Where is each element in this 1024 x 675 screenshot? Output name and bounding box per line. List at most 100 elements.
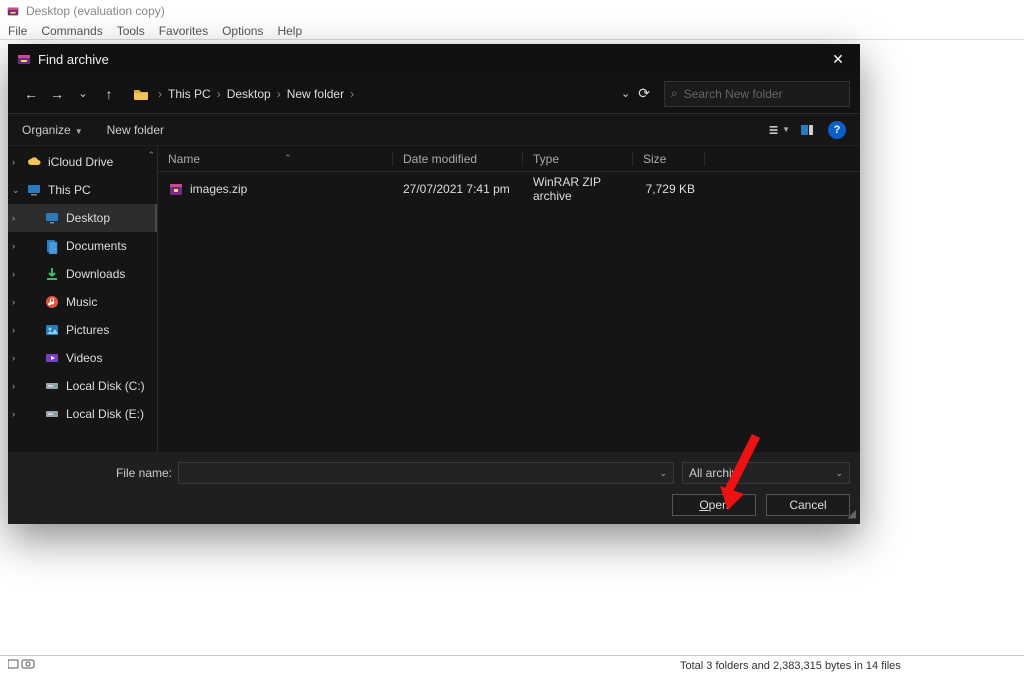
icloud-icon — [26, 154, 42, 170]
menu-file[interactable]: File — [8, 24, 27, 38]
sidebar-item-pictures[interactable]: › Pictures — [8, 316, 157, 344]
sidebar-item-downloads[interactable]: › Downloads — [8, 260, 157, 288]
forward-button[interactable]: → — [44, 81, 70, 107]
breadcrumb[interactable]: › This PC › Desktop › New folder › — [132, 85, 613, 103]
videos-icon — [44, 350, 60, 366]
recent-locations-button[interactable]: ⌄ — [70, 81, 96, 107]
file-type: WinRAR ZIP archive — [523, 175, 633, 203]
col-name-label: Name — [168, 152, 200, 166]
sort-indicator-icon: ⌃ — [284, 153, 292, 164]
close-button[interactable]: ✕ — [824, 51, 852, 68]
sidebar-item-label: Local Disk (C:) — [66, 379, 145, 393]
cancel-button[interactable]: Cancel — [766, 494, 850, 516]
sidebar-item-label: Downloads — [66, 267, 125, 281]
chevron-right-icon[interactable]: › — [348, 87, 356, 101]
expand-icon[interactable]: › — [12, 157, 15, 167]
sidebar-item-label: iCloud Drive — [48, 155, 113, 169]
col-size[interactable]: Size — [633, 152, 705, 166]
sidebar-item-this-pc[interactable]: ⌄ This PC — [8, 176, 157, 204]
sidebar: ⌃ ›iCloud Drive⌄This PC›Desktop›Document… — [8, 146, 158, 452]
expand-icon[interactable]: › — [12, 297, 15, 307]
expand-icon[interactable]: › — [12, 241, 15, 251]
column-headers[interactable]: Name ⌃ Date modified Type Size — [158, 146, 860, 172]
col-name[interactable]: Name ⌃ — [158, 152, 393, 166]
resize-grip-icon[interactable]: ◢ — [848, 507, 856, 520]
breadcrumb-desktop[interactable]: Desktop — [223, 85, 275, 103]
menu-options[interactable]: Options — [222, 24, 263, 38]
status-bar: Total 3 folders and 2,383,315 bytes in 1… — [0, 655, 1024, 675]
filename-input[interactable]: ⌄ — [178, 462, 674, 484]
disk-icon — [44, 406, 60, 422]
expand-icon[interactable]: › — [12, 213, 15, 223]
chevron-right-icon[interactable]: › — [156, 87, 164, 101]
address-history-button[interactable]: ⌄ — [621, 87, 630, 100]
open-label-rest: pen — [709, 498, 729, 512]
winrar-menubar[interactable]: File Commands Tools Favorites Options He… — [0, 22, 1024, 40]
view-details-button[interactable]: ▼ — [768, 119, 790, 141]
breadcrumb-new-folder[interactable]: New folder — [283, 85, 348, 103]
dialog-titlebar[interactable]: Find archive ✕ — [8, 44, 860, 74]
zip-file-icon — [168, 181, 184, 197]
chevron-right-icon[interactable]: › — [215, 87, 223, 101]
organize-button[interactable]: Organize▼ — [22, 123, 83, 137]
search-box[interactable]: ⌕ — [664, 81, 850, 107]
back-button[interactable]: ← — [18, 81, 44, 107]
col-date[interactable]: Date modified — [393, 152, 523, 166]
nav-bar: ← → ⌄ ↑ › This PC › Desktop › New folder… — [8, 74, 860, 114]
preview-pane-button[interactable] — [796, 119, 818, 141]
new-folder-button[interactable]: New folder — [107, 123, 164, 137]
file-row[interactable]: images.zip27/07/2021 7:41 pmWinRAR ZIP a… — [158, 177, 860, 201]
disk-icon — [44, 378, 60, 394]
search-input[interactable] — [684, 87, 843, 101]
documents-icon — [44, 238, 60, 254]
filter-label: All archiv — [689, 466, 738, 480]
sidebar-item-local-disk-c-[interactable]: › Local Disk (C:) — [8, 372, 157, 400]
expand-icon[interactable]: › — [12, 409, 15, 419]
chevron-right-icon[interactable]: › — [275, 87, 283, 101]
sidebar-item-label: This PC — [48, 183, 91, 197]
pictures-icon — [44, 322, 60, 338]
menu-commands[interactable]: Commands — [41, 24, 102, 38]
sidebar-item-label: Pictures — [66, 323, 109, 337]
up-button[interactable]: ↑ — [96, 81, 122, 107]
help-button[interactable]: ? — [828, 121, 846, 139]
breadcrumb-this-pc[interactable]: This PC — [164, 85, 215, 103]
refresh-button[interactable]: ⟳ — [638, 85, 650, 102]
col-type[interactable]: Type — [523, 152, 633, 166]
chevron-down-icon: ▼ — [782, 125, 790, 134]
menu-favorites[interactable]: Favorites — [159, 24, 208, 38]
chevron-down-icon: ⌄ — [835, 468, 843, 479]
expand-icon[interactable]: › — [12, 381, 15, 391]
winrar-icon — [16, 51, 32, 67]
sidebar-item-icloud-drive[interactable]: › iCloud Drive — [8, 148, 157, 176]
chevron-down-icon: ▼ — [75, 127, 83, 136]
filename-label: File name: — [18, 466, 178, 480]
file-size: 7,729 KB — [633, 182, 705, 196]
open-button[interactable]: Open — [672, 494, 756, 516]
sidebar-item-documents[interactable]: ›Documents — [8, 232, 157, 260]
find-archive-dialog: Find archive ✕ ← → ⌄ ↑ › This PC › Deskt… — [8, 44, 860, 524]
sidebar-item-music[interactable]: › Music — [8, 288, 157, 316]
menu-help[interactable]: Help — [277, 24, 302, 38]
sidebar-item-desktop[interactable]: › Desktop — [8, 204, 157, 232]
sidebar-item-videos[interactable]: › Videos — [8, 344, 157, 372]
file-rows: images.zip27/07/2021 7:41 pmWinRAR ZIP a… — [158, 172, 860, 201]
chevron-down-icon: ⌄ — [659, 468, 667, 479]
pc-icon — [26, 182, 42, 198]
search-icon: ⌕ — [671, 86, 678, 101]
sidebar-item-label: Desktop — [66, 211, 110, 225]
folder-icon — [132, 85, 150, 103]
sidebar-item-label: Music — [66, 295, 97, 309]
winrar-title-text: Desktop (evaluation copy) — [26, 4, 165, 18]
status-text: Total 3 folders and 2,383,315 bytes in 1… — [680, 660, 1024, 672]
expand-icon[interactable]: › — [12, 269, 15, 279]
file-name: images.zip — [190, 182, 247, 196]
toolbar: Organize▼ New folder ▼ ? — [8, 114, 860, 146]
expand-icon[interactable]: › — [12, 353, 15, 363]
menu-tools[interactable]: Tools — [117, 24, 145, 38]
expand-icon[interactable]: ⌄ — [12, 185, 20, 196]
sidebar-item-local-disk-e-[interactable]: ›Local Disk (E:) — [8, 400, 157, 428]
expand-icon[interactable]: › — [12, 325, 15, 335]
filetype-filter[interactable]: All archiv ⌄ — [682, 462, 850, 484]
sidebar-item-label: Videos — [66, 351, 102, 365]
